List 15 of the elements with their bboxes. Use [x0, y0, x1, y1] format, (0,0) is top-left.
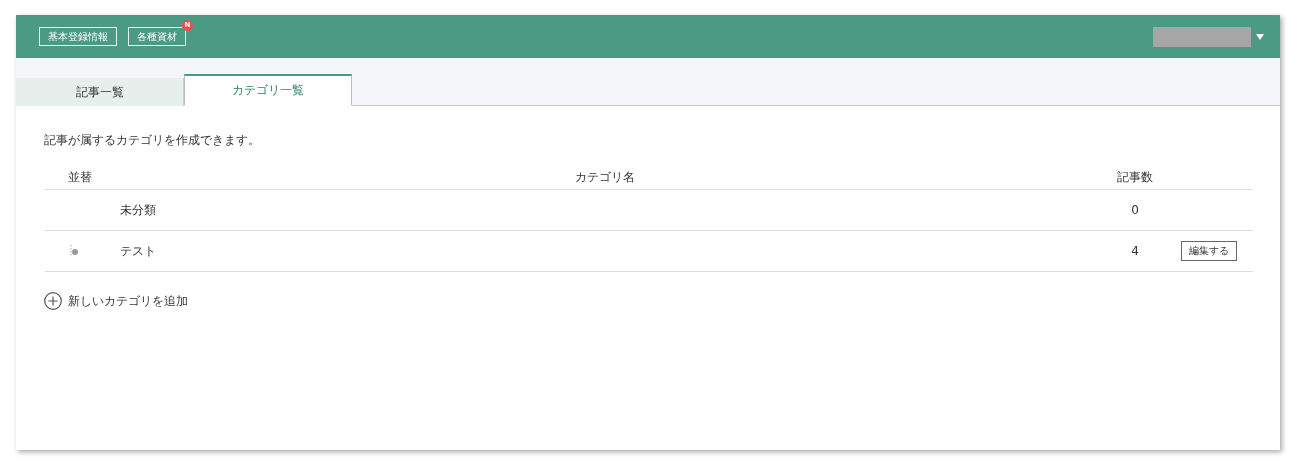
table-cell-text: 未分類: [119, 201, 157, 219]
description-text: 記事が属するカテゴリを作成できます。: [44, 132, 261, 149]
tab[interactable]: カテゴリ一覧: [184, 74, 352, 106]
caret-icon[interactable]: [1256, 33, 1264, 40]
tab[interactable]: 記事一覧: [16, 78, 184, 106]
table-cell-text: テスト: [119, 242, 157, 260]
edit-button[interactable]: 編集する: [1181, 241, 1237, 261]
table-cell-text: 0: [1130, 203, 1140, 217]
add-category-link[interactable]: 新しいカテゴリを追加: [44, 292, 188, 310]
column-header: 記事数: [1116, 168, 1154, 186]
column-header: 並替: [67, 168, 93, 186]
column-header: カテゴリ名: [574, 168, 636, 186]
drag-handle-icon[interactable]: [68, 244, 80, 258]
add-icon: [44, 292, 62, 310]
table-cell-text: 4: [1130, 244, 1140, 258]
